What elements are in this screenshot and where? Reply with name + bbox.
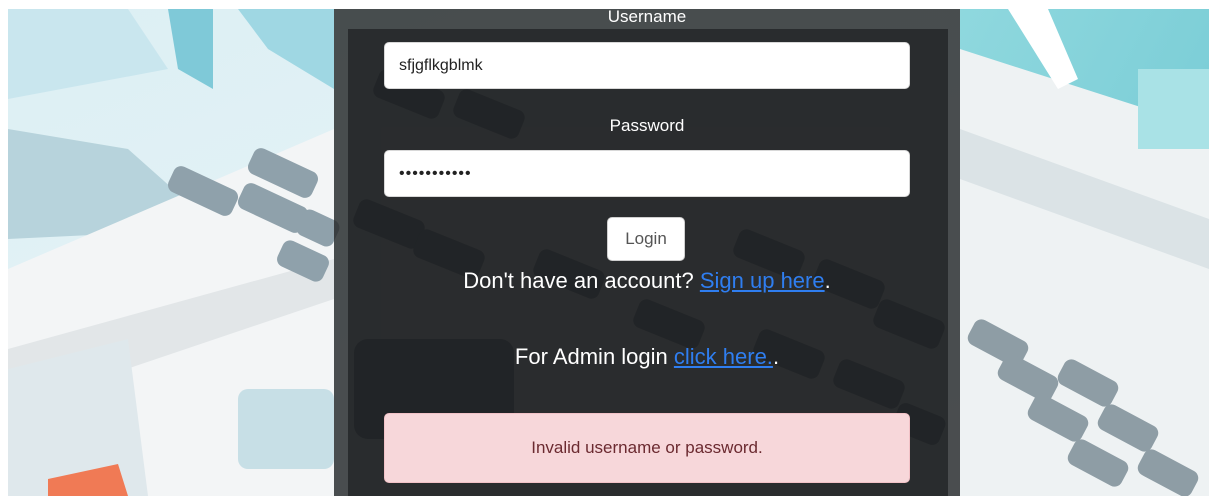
password-input[interactable] [384, 150, 910, 197]
admin-prefix: For Admin login [514, 344, 674, 369]
admin-suffix: . [772, 344, 780, 369]
error-message: Invalid username or password. [531, 438, 763, 457]
signup-suffix: . [824, 268, 831, 293]
password-label: Password [609, 116, 685, 135]
admin-login-prompt: For Admin login click here.. [334, 344, 960, 370]
page-viewport: Username Password Login Don't have an ac… [8, 9, 1209, 496]
username-input[interactable] [384, 42, 910, 89]
signup-prompt: Don't have an account? Sign up here. [334, 268, 960, 294]
login-button[interactable]: Login [607, 217, 685, 261]
admin-login-link[interactable]: click here. [674, 344, 773, 369]
signup-prefix: Don't have an account? [463, 268, 700, 293]
error-alert: Invalid username or password. [384, 413, 910, 483]
signup-link[interactable]: Sign up here [700, 268, 825, 293]
username-label: Username [607, 9, 687, 26]
login-panel: Username Password Login Don't have an ac… [334, 9, 960, 496]
